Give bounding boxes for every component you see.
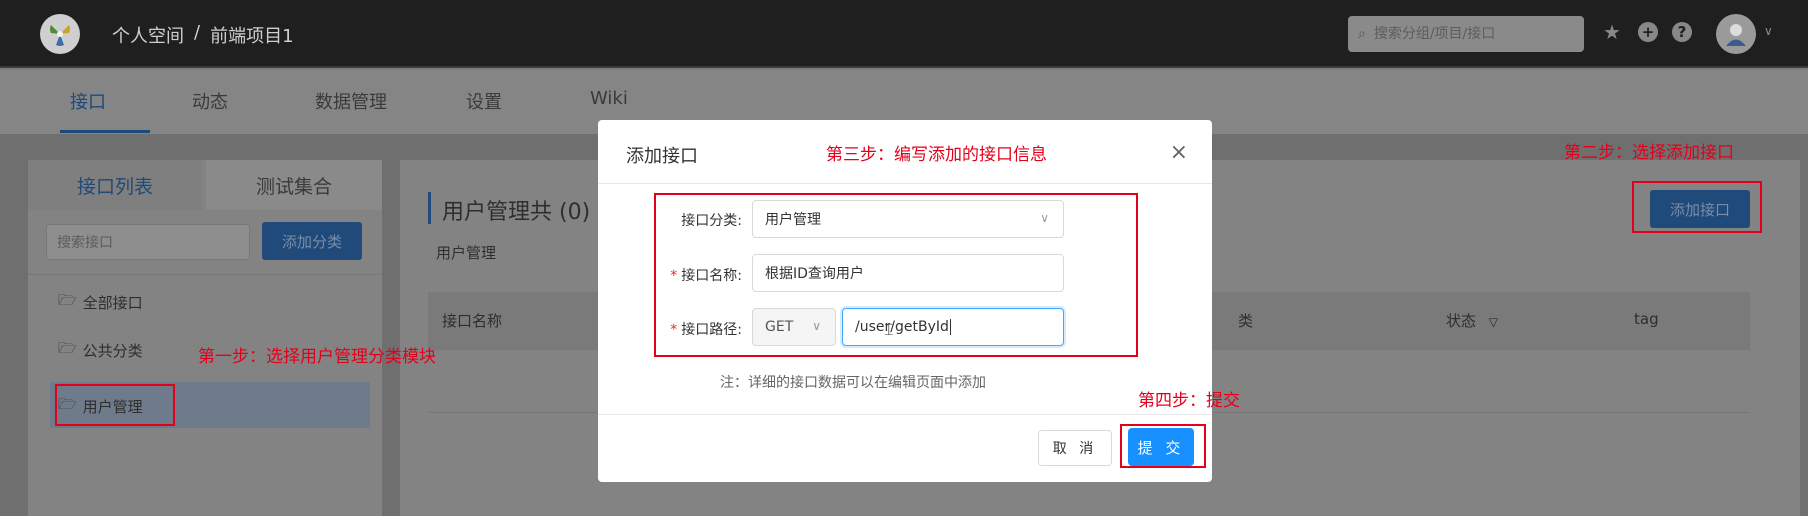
column-header-status[interactable]: 状态 ▽ bbox=[1446, 310, 1498, 331]
annotation-step4: 第四步：提交 bbox=[1138, 391, 1240, 411]
avatar[interactable] bbox=[1716, 14, 1756, 54]
page-subtitle: 用户管理 bbox=[436, 244, 497, 262]
column-header-category[interactable]: 类 bbox=[1238, 310, 1253, 331]
tab-data-management[interactable]: 数据管理 bbox=[315, 88, 387, 114]
column-header-name[interactable]: 接口名称 bbox=[442, 310, 502, 331]
header-actions: ★ + ? bbox=[1600, 20, 1692, 44]
sidebar-item-all-apis[interactable]: 🗁 全部接口 bbox=[58, 290, 143, 315]
title-accent-bar bbox=[428, 192, 431, 224]
column-header-status-label: 状态 bbox=[1446, 312, 1477, 330]
page-title: 用户管理共 (0) ↑ bbox=[442, 200, 616, 225]
user-avatar-icon bbox=[1726, 24, 1746, 46]
sidebar: 接口列表 测试集合 搜索接口 添加分类 🗁 全部接口 🗁 公共分类 🗁 用户管理 bbox=[28, 160, 382, 516]
form-note: 注：详细的接口数据可以在编辑页面中添加 bbox=[720, 375, 986, 391]
breadcrumb: 个人空间 / 前端项目1 bbox=[112, 22, 294, 48]
annotation-box-step2 bbox=[1632, 181, 1762, 233]
folder-icon: 🗁 bbox=[58, 339, 77, 357]
chevron-down-icon[interactable]: ∨ bbox=[1764, 24, 1773, 38]
active-tab-indicator bbox=[60, 130, 150, 133]
add-category-button[interactable]: 添加分类 bbox=[262, 222, 362, 260]
star-icon[interactable]: ★ bbox=[1600, 20, 1624, 44]
tab-test-collection[interactable]: 测试集合 bbox=[206, 160, 382, 210]
global-search-input[interactable] bbox=[1373, 26, 1564, 42]
top-navbar: 个人空间 / 前端项目1 ⌕ ★ + ? ∨ bbox=[0, 0, 1808, 68]
tab-api[interactable]: 接口 bbox=[70, 88, 106, 114]
plus-circle-icon[interactable]: + bbox=[1638, 22, 1658, 42]
annotation-step3: 第三步：编写添加的接口信息 bbox=[826, 145, 1047, 165]
modal-header-divider bbox=[598, 183, 1212, 184]
app-logo[interactable] bbox=[40, 14, 80, 54]
help-icon[interactable]: ? bbox=[1672, 22, 1692, 42]
modal-title: 添加接口 bbox=[626, 146, 698, 167]
search-icon: ⌕ bbox=[1358, 26, 1366, 42]
annotation-box-step3 bbox=[654, 193, 1138, 357]
annotation-box-step1 bbox=[55, 384, 175, 426]
tab-wiki[interactable]: Wiki bbox=[590, 88, 628, 109]
filter-icon[interactable]: ▽ bbox=[1489, 315, 1498, 329]
sidebar-item-label: 全部接口 bbox=[82, 294, 143, 312]
breadcrumb-space[interactable]: 个人空间 bbox=[112, 22, 184, 48]
annotation-step1: 第一步：选择用户管理分类模块 bbox=[198, 347, 436, 367]
sidebar-item-label: 公共分类 bbox=[82, 342, 143, 360]
sidebar-divider bbox=[28, 274, 382, 275]
breadcrumb-separator: / bbox=[194, 22, 201, 43]
sidebar-item-public-category[interactable]: 🗁 公共分类 bbox=[58, 338, 143, 363]
global-search[interactable]: ⌕ bbox=[1348, 16, 1584, 52]
api-search-input[interactable]: 搜索接口 bbox=[46, 224, 250, 260]
folder-icon: 🗁 bbox=[58, 291, 77, 309]
close-icon[interactable]: × bbox=[1170, 140, 1188, 165]
annotation-box-step4 bbox=[1120, 424, 1206, 468]
logo-icon bbox=[50, 25, 70, 46]
tab-settings[interactable]: 设置 bbox=[466, 88, 502, 114]
tab-api-list[interactable]: 接口列表 bbox=[28, 160, 202, 210]
breadcrumb-project[interactable]: 前端项目1 bbox=[210, 22, 293, 48]
column-header-tag[interactable]: tag bbox=[1634, 310, 1659, 328]
modal-footer-divider bbox=[598, 414, 1212, 415]
tab-activity[interactable]: 动态 bbox=[192, 88, 228, 114]
cancel-button[interactable]: 取 消 bbox=[1038, 430, 1112, 466]
annotation-step2: 第二步：选择添加接口 bbox=[1564, 143, 1734, 163]
